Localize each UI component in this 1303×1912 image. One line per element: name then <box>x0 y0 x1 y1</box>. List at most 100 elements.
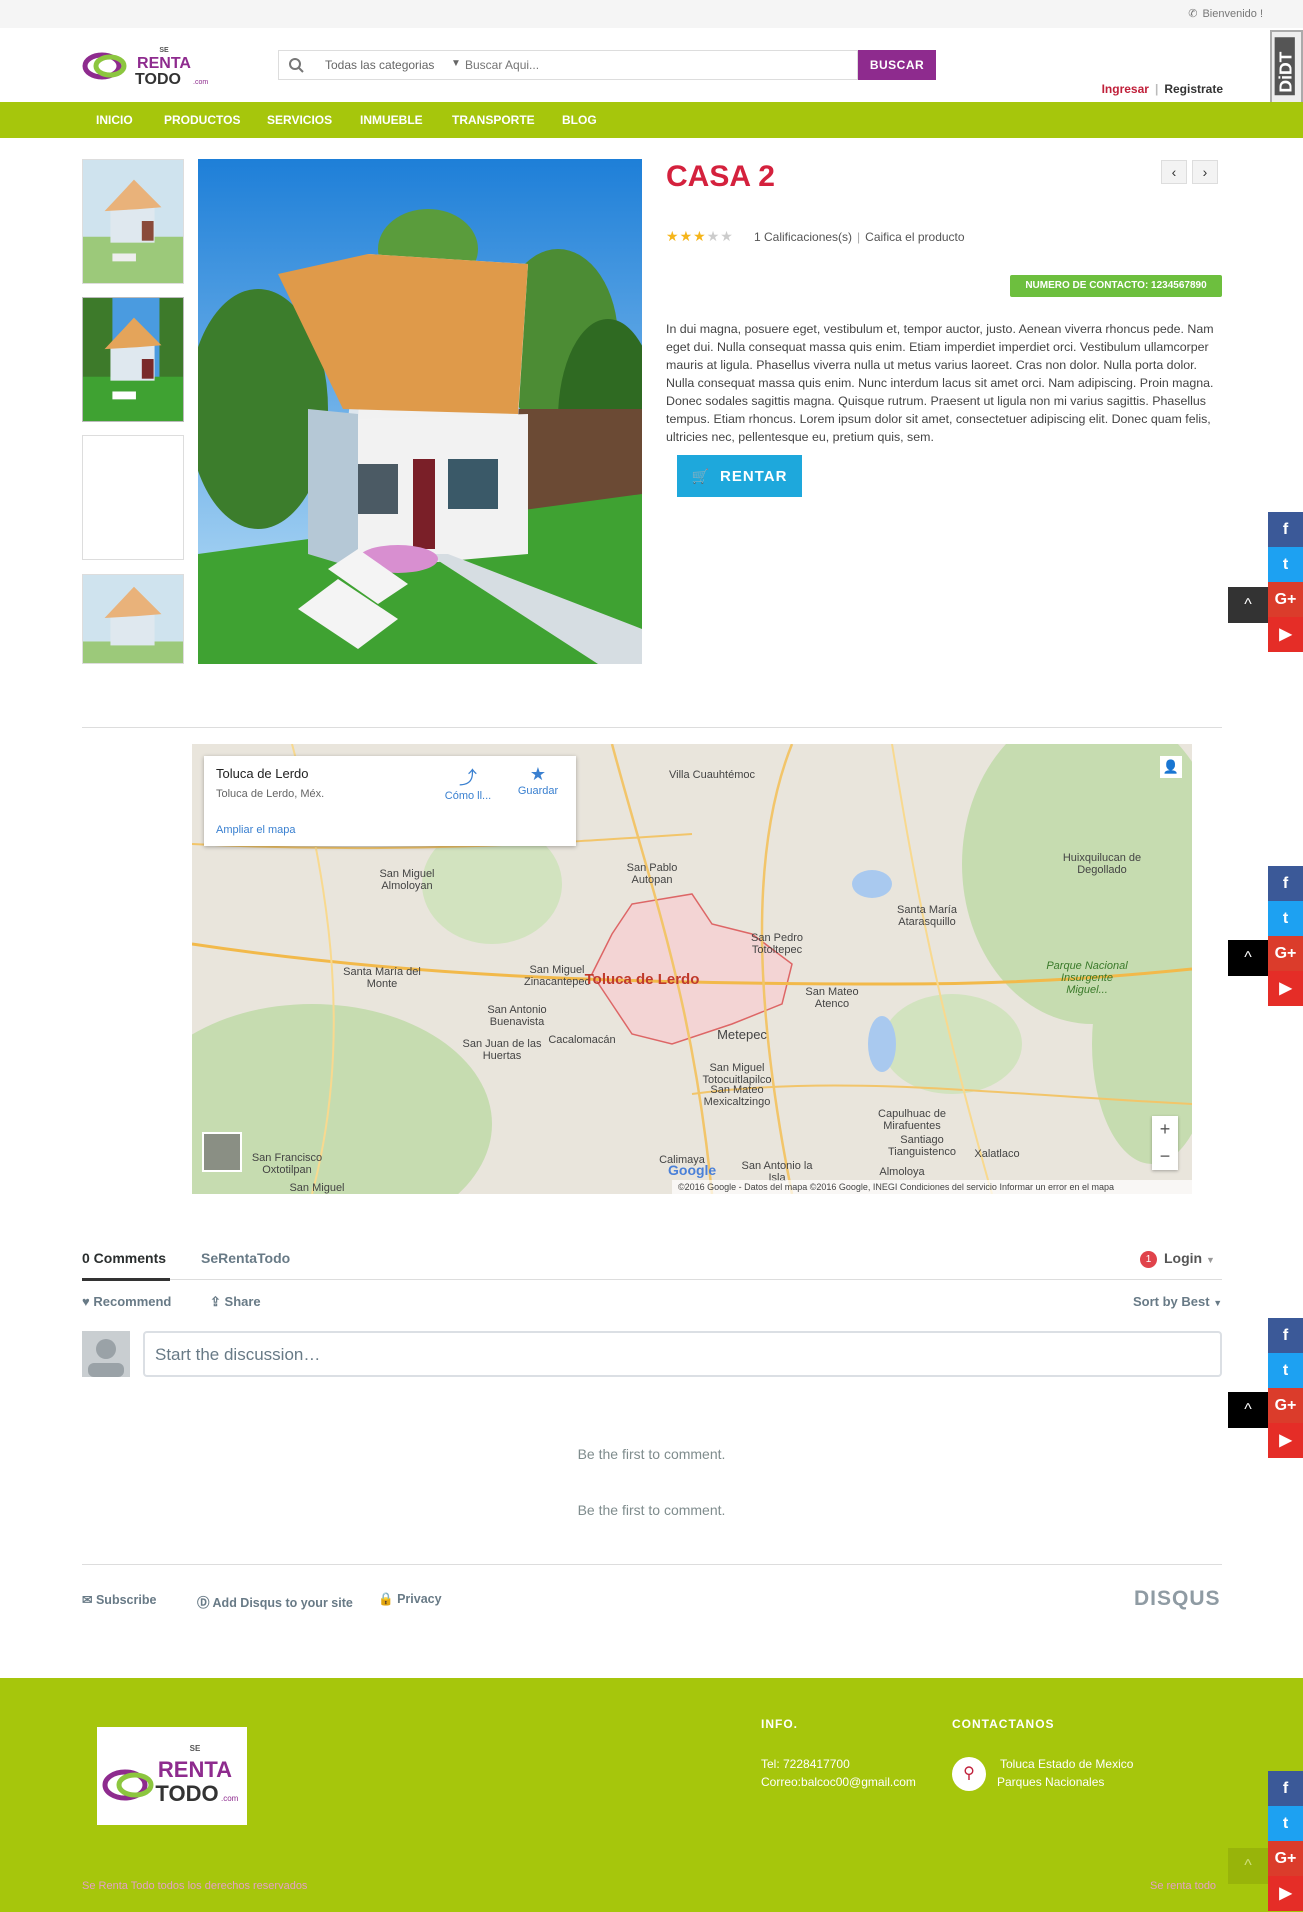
product-thumbnail-active[interactable] <box>82 297 184 422</box>
nav-inmueble[interactable]: INMUEBLE <box>360 102 423 138</box>
search-icon[interactable] <box>279 51 315 79</box>
svg-text:RENTA: RENTA <box>158 1757 232 1782</box>
rent-button[interactable]: 🛒 RENTAR <box>677 455 802 497</box>
share-label: Share <box>224 1294 261 1309</box>
login-dropdown[interactable]: Login ▼ <box>1164 1250 1215 1266</box>
recommend-label: Recommend <box>93 1294 172 1309</box>
twitter-icon[interactable]: t <box>1268 1353 1303 1388</box>
product-thumbnail[interactable] <box>82 159 184 284</box>
footer-email[interactable]: Correo:balcoc00@gmail.com <box>761 1773 916 1791</box>
facebook-icon[interactable]: f <box>1268 512 1303 547</box>
save-label: Guardar <box>517 785 559 797</box>
googleplus-icon[interactable]: G+ <box>1268 582 1303 617</box>
youtube-icon[interactable]: ▶ <box>1268 1876 1303 1911</box>
welcome-text: ✆ Bienvenido ! <box>1188 8 1263 20</box>
map-label: Santa María Atarasquillo <box>897 904 957 928</box>
next-product-button[interactable]: › <box>1192 160 1218 184</box>
google-map[interactable]: Toluca de Lerdo Toluca de Lerdo, Méx. Am… <box>192 744 1192 1194</box>
map-label: San Pedro Totoltepec <box>751 932 803 956</box>
lock-icon: 🔒 <box>378 1592 394 1606</box>
directions-button[interactable]: ⤴ Cómo ll... <box>438 764 498 802</box>
footer-contact-heading: CONTACTANOS <box>952 1717 1055 1731</box>
tab-comments[interactable]: 0 Comments <box>82 1250 166 1266</box>
heart-icon: ♥ <box>82 1294 90 1309</box>
login-link[interactable]: Ingresar <box>1102 82 1149 96</box>
empty-comments-text: Be the first to comment. <box>577 1446 726 1460</box>
youtube-icon[interactable]: ▶ <box>1268 1423 1303 1458</box>
zoom-controls: + − <box>1152 1116 1178 1170</box>
back-to-top-button[interactable]: ^ <box>1228 587 1268 623</box>
map-attribution[interactable]: ©2016 Google - Datos del mapa ©2016 Goog… <box>672 1180 1192 1194</box>
product-thumbnail[interactable] <box>82 574 184 664</box>
privacy-link[interactable]: 🔒 Privacy <box>378 1592 442 1607</box>
recommend-button[interactable]: ♥ Recommend <box>82 1294 171 1309</box>
subscribe-link[interactable]: ✉ Subscribe <box>82 1592 156 1607</box>
phone-icon: ✆ <box>1188 8 1198 20</box>
back-to-top-button[interactable]: ^ <box>1228 1392 1268 1428</box>
satellite-toggle[interactable] <box>202 1132 242 1172</box>
search-input[interactable] <box>465 53 855 77</box>
star-icon: ★ <box>679 228 694 244</box>
googleplus-icon[interactable]: G+ <box>1268 1841 1303 1876</box>
footer-brand-link[interactable]: Se renta todo <box>1150 1880 1216 1892</box>
youtube-icon[interactable]: ▶ <box>1268 617 1303 652</box>
nav-servicios[interactable]: SERVICIOS <box>267 102 332 138</box>
facebook-icon[interactable]: f <box>1268 866 1303 901</box>
facebook-icon[interactable]: f <box>1268 1771 1303 1806</box>
empty-comments-text: Be the first to comment. <box>577 1502 726 1518</box>
prev-product-button[interactable]: ‹ <box>1161 160 1187 184</box>
search-button[interactable]: BUSCAR <box>858 50 936 80</box>
star-icon: ★ <box>693 228 707 244</box>
directions-label: Cómo ll... <box>444 790 492 802</box>
comment-input[interactable]: Start the discussion… <box>143 1331 1222 1377</box>
pegman-icon[interactable]: 👤 <box>1160 756 1182 778</box>
avatar <box>82 1331 130 1377</box>
back-to-top-button[interactable]: ^ <box>1228 940 1268 976</box>
didt-badge[interactable]: DiDT <box>1270 30 1303 106</box>
register-link[interactable]: Registrate <box>1164 82 1223 96</box>
tab-site[interactable]: SeRentaTodo <box>201 1250 290 1266</box>
enlarge-map-link[interactable]: Ampliar el mapa <box>216 824 295 836</box>
rate-product-link[interactable]: Caifica el producto <box>865 230 964 244</box>
nav-inicio[interactable]: INICIO <box>96 102 133 138</box>
disqus-logo[interactable]: DISQUS <box>1134 1587 1221 1611</box>
googleplus-icon[interactable]: G+ <box>1268 1388 1303 1423</box>
search-bar: Todas las categorias ▼ <box>278 50 858 80</box>
nav-productos[interactable]: PRODUCTOS <box>164 102 240 138</box>
svg-text:RENTA: RENTA <box>137 55 191 72</box>
googleplus-icon[interactable]: G+ <box>1268 936 1303 971</box>
nav-blog[interactable]: BLOG <box>562 102 597 138</box>
rating-stars[interactable]: ★★★★★ <box>666 228 734 245</box>
zoom-out-button[interactable]: − <box>1152 1143 1178 1170</box>
zoom-in-button[interactable]: + <box>1152 1116 1178 1143</box>
twitter-icon[interactable]: t <box>1268 901 1303 936</box>
map-label: San Antonio Buenavista <box>487 1004 547 1028</box>
sort-dropdown[interactable]: Sort by Best ▼ <box>1133 1294 1222 1309</box>
twitter-icon[interactable]: t <box>1268 1806 1303 1841</box>
facebook-icon[interactable]: f <box>1268 1318 1303 1353</box>
save-place-button[interactable]: ★ Guardar <box>508 764 568 797</box>
footer-address: Parques Nacionales <box>997 1775 1105 1789</box>
product-thumbnail-empty[interactable] <box>82 435 184 560</box>
login-label: Login <box>1164 1250 1203 1266</box>
directions-icon: ⤴ <box>459 768 477 788</box>
place-card: Toluca de Lerdo Toluca de Lerdo, Méx. Am… <box>204 756 576 846</box>
footer-logo[interactable]: SE RENTA TODO .com <box>97 1727 247 1825</box>
search-category-select[interactable]: Todas las categorias <box>325 58 434 72</box>
back-to-top-button[interactable]: ^ <box>1228 1848 1268 1884</box>
google-logo: Google <box>668 1162 717 1178</box>
twitter-icon[interactable]: t <box>1268 547 1303 582</box>
footer-phone: Tel: 7228417700 <box>761 1757 850 1771</box>
map-label: San Miguel Almoloyan <box>379 868 435 892</box>
footer-copyright: Se Renta Todo todos los derechos reserva… <box>82 1880 308 1892</box>
nav-transporte[interactable]: TRANSPORTE <box>452 102 535 138</box>
site-logo[interactable]: SE RENTA TODO .com <box>82 44 214 88</box>
product-main-image[interactable] <box>198 159 642 664</box>
disqus-icon: Ⓓ <box>197 1596 210 1610</box>
share-button[interactable]: ⇪ Share <box>210 1294 261 1310</box>
ratings-count[interactable]: 1 Calificaciones(s) <box>754 230 852 244</box>
chevron-down-icon[interactable]: ▼ <box>451 58 461 69</box>
youtube-icon[interactable]: ▶ <box>1268 971 1303 1006</box>
divider <box>82 1564 1222 1565</box>
add-disqus-link[interactable]: Ⓓ Add Disqus to your site <box>197 1592 353 1611</box>
